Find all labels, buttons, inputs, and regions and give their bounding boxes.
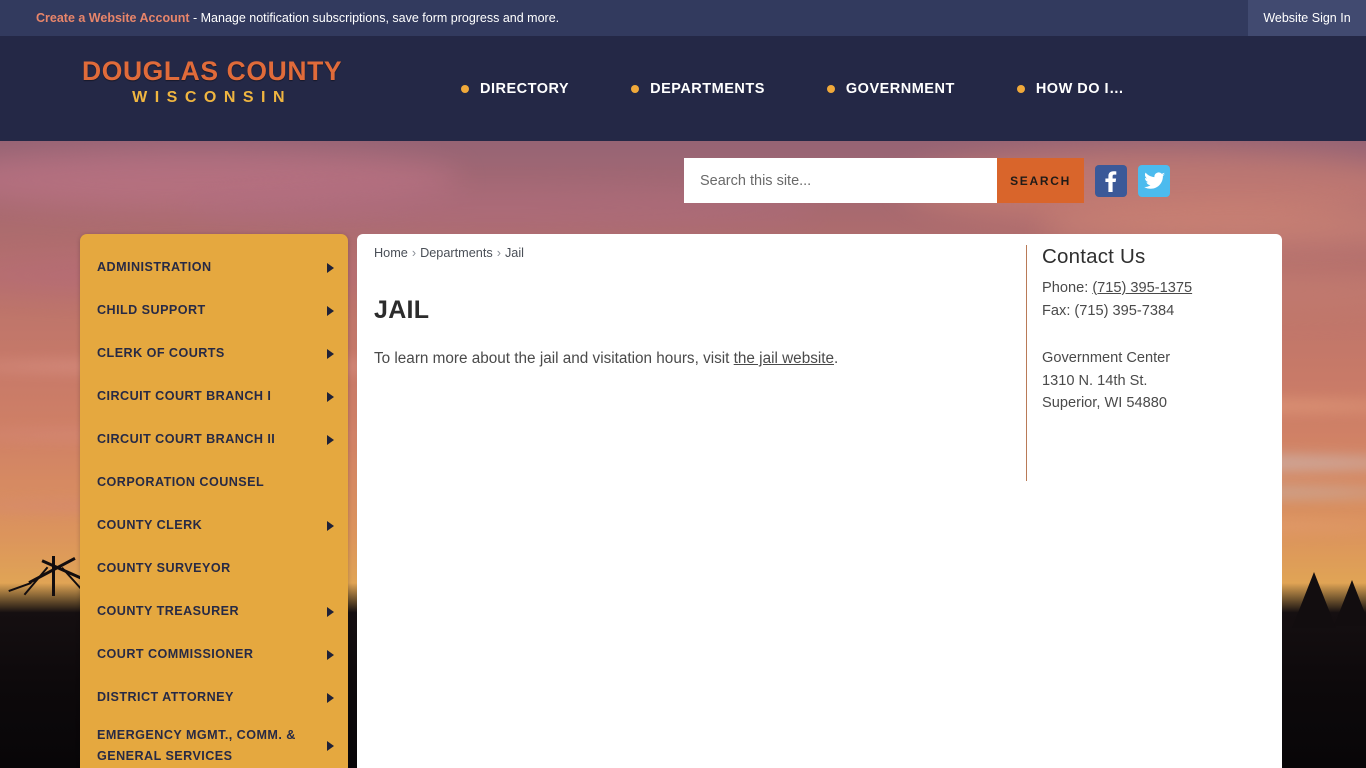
search-row: SEARCH: [684, 158, 1170, 203]
chevron-right-icon: [327, 348, 334, 359]
chevron-right-icon: [327, 305, 334, 316]
nav-item-government[interactable]: GOVERNMENT: [796, 81, 986, 97]
sidebar-item-label: COURT COMMISSIONER: [97, 647, 254, 662]
paragraph-text-after: .: [834, 350, 839, 367]
sidebar-item-child-support[interactable]: CHILD SUPPORT: [80, 289, 348, 332]
bullet-dot-icon: [631, 84, 640, 93]
sidebar-item-circuit-court-branch-ii[interactable]: CIRCUIT COURT BRANCH II: [80, 418, 348, 461]
chevron-right-icon: [327, 262, 334, 273]
sidebar-item-clerk-of-courts[interactable]: CLERK OF COURTS: [80, 332, 348, 375]
utility-bar-text: Create a Website Account - Manage notifi…: [36, 11, 559, 25]
sidebar-item-label: CLERK OF COURTS: [97, 346, 225, 361]
nav-item-label: DIRECTORY: [480, 80, 570, 97]
main-content-panel: Home › Departments › Jail JAIL To learn more…: [357, 234, 1282, 768]
sidebar-item-emergency-mgmt[interactable]: EMERGENCY MGMT., COMM. & GENERAL SERVICE…: [80, 719, 348, 768]
sidebar-item-label: CHILD SUPPORT: [97, 303, 206, 318]
chevron-right-icon: [327, 520, 334, 531]
bullet-dot-icon: [826, 84, 835, 93]
conifer-silhouette: [1334, 580, 1366, 626]
breadcrumb-separator: ›: [496, 246, 501, 260]
vertical-divider: [1026, 245, 1027, 481]
nav-item-departments[interactable]: DEPARTMENTS: [600, 81, 796, 97]
sidebar-item-corporation-counsel[interactable]: CORPORATION COUNSEL: [80, 461, 348, 504]
utility-bar: Create a Website Account - Manage notifi…: [0, 0, 1366, 36]
sidebar-item-label: CIRCUIT COURT BRANCH I: [97, 389, 272, 404]
sidebar-item-label: ADMINISTRATION: [97, 260, 212, 275]
chevron-right-icon: [327, 606, 334, 617]
sidebar-item-district-attorney[interactable]: DISTRICT ATTORNEY: [80, 676, 348, 719]
address-line-3: Superior, WI 54880: [1042, 395, 1167, 412]
sidebar-item-label: COUNTY TREASURER: [97, 604, 240, 619]
nav-item-how-do-i[interactable]: HOW DO I…: [986, 81, 1155, 97]
breadcrumb-current-page: Jail: [504, 246, 524, 260]
search-button[interactable]: SEARCH: [997, 158, 1084, 203]
facebook-icon[interactable]: [1095, 164, 1127, 197]
conifer-silhouette: [1292, 572, 1336, 628]
bullet-dot-icon: [1016, 84, 1025, 93]
jail-website-link[interactable]: the jail website: [734, 350, 834, 367]
create-website-account-link[interactable]: Create a Website Account: [36, 11, 190, 25]
nav-item-label: HOW DO I…: [1035, 80, 1125, 97]
site-header: DOUGLAS COUNTY WISCONSIN DIRECTORY DEPAR…: [0, 36, 1366, 141]
bullet-dot-icon: [461, 84, 469, 93]
breadcrumb-separator: ›: [411, 246, 417, 260]
chevron-right-icon: [327, 649, 334, 660]
search-input[interactable]: [684, 158, 997, 203]
breadcrumb-link-departments[interactable]: Departments: [420, 246, 493, 260]
sidebar-item-label: COUNTY CLERK: [97, 518, 203, 533]
paragraph-text-before: To learn more about the jail and visitat…: [374, 350, 734, 367]
body-paragraph: To learn more about the jail and visitat…: [374, 347, 838, 371]
phone-label: Phone:: [1042, 280, 1093, 296]
sidebar-item-circuit-court-branch-i[interactable]: CIRCUIT COURT BRANCH I: [80, 375, 348, 418]
sidebar-item-court-commissioner[interactable]: COURT COMMISSIONER: [80, 633, 348, 676]
website-sign-in-button[interactable]: Website Sign In: [1248, 0, 1366, 36]
sidebar-item-county-treasurer[interactable]: COUNTY TREASURER: [80, 590, 348, 633]
page-title: JAIL: [374, 296, 430, 324]
department-sidebar-menu: ADMINISTRATION CHILD SUPPORT CLERK OF CO…: [80, 234, 348, 768]
breadcrumb: Home › Departments › Jail: [374, 246, 524, 260]
sidebar-item-administration[interactable]: ADMINISTRATION: [80, 246, 348, 289]
sidebar-item-label: COUNTY SURVEYOR: [97, 561, 231, 576]
contact-fax-row: Fax: (715) 395-7384: [1042, 302, 1175, 319]
contact-address-block: Government Center 1310 N. 14th St. Super…: [1042, 347, 1276, 415]
sidebar-item-county-surveyor[interactable]: COUNTY SURVEYOR: [80, 547, 348, 590]
sidebar-item-county-clerk[interactable]: COUNTY CLERK: [80, 504, 348, 547]
twitter-icon[interactable]: [1138, 164, 1170, 197]
sidebar-item-label: EMERGENCY MGMT., COMM. & GENERAL SERVICE…: [97, 728, 296, 763]
chevron-right-icon: [327, 740, 334, 751]
contact-us-panel: Contact Us Phone: (715) 395-1375 Fax: (7…: [1026, 245, 1276, 481]
sidebar-item-label: CORPORATION COUNSEL: [97, 475, 265, 490]
chevron-right-icon: [327, 391, 334, 402]
chevron-right-icon: [327, 434, 334, 445]
logo-state-name: WISCONSIN: [132, 88, 293, 106]
contact-phone-row: Phone: (715) 395-1375: [1042, 277, 1276, 300]
logo-county-name: DOUGLAS COUNTY: [82, 56, 343, 86]
contact-us-heading: Contact Us: [1042, 245, 1146, 268]
sidebar-item-label: CIRCUIT COURT BRANCH II: [97, 432, 276, 447]
address-line-1: Government Center: [1042, 350, 1171, 367]
main-navigation: DIRECTORY DEPARTMENTS GOVERNMENT HOW DO …: [430, 36, 1155, 141]
chevron-right-icon: [327, 692, 334, 703]
address-line-2: 1310 N. 14th St.: [1042, 372, 1148, 389]
utility-bar-tagline: - Manage notification subscriptions, sav…: [189, 11, 560, 25]
phone-number-link[interactable]: (715) 395-1375: [1092, 280, 1192, 296]
nav-item-label: GOVERNMENT: [845, 80, 955, 97]
sidebar-item-label: DISTRICT ATTORNEY: [97, 690, 234, 705]
site-logo[interactable]: DOUGLAS COUNTY WISCONSIN: [82, 56, 343, 110]
nav-item-label: DEPARTMENTS: [650, 80, 765, 97]
nav-item-directory[interactable]: DIRECTORY: [430, 81, 600, 97]
breadcrumb-link-home[interactable]: Home: [374, 246, 408, 260]
